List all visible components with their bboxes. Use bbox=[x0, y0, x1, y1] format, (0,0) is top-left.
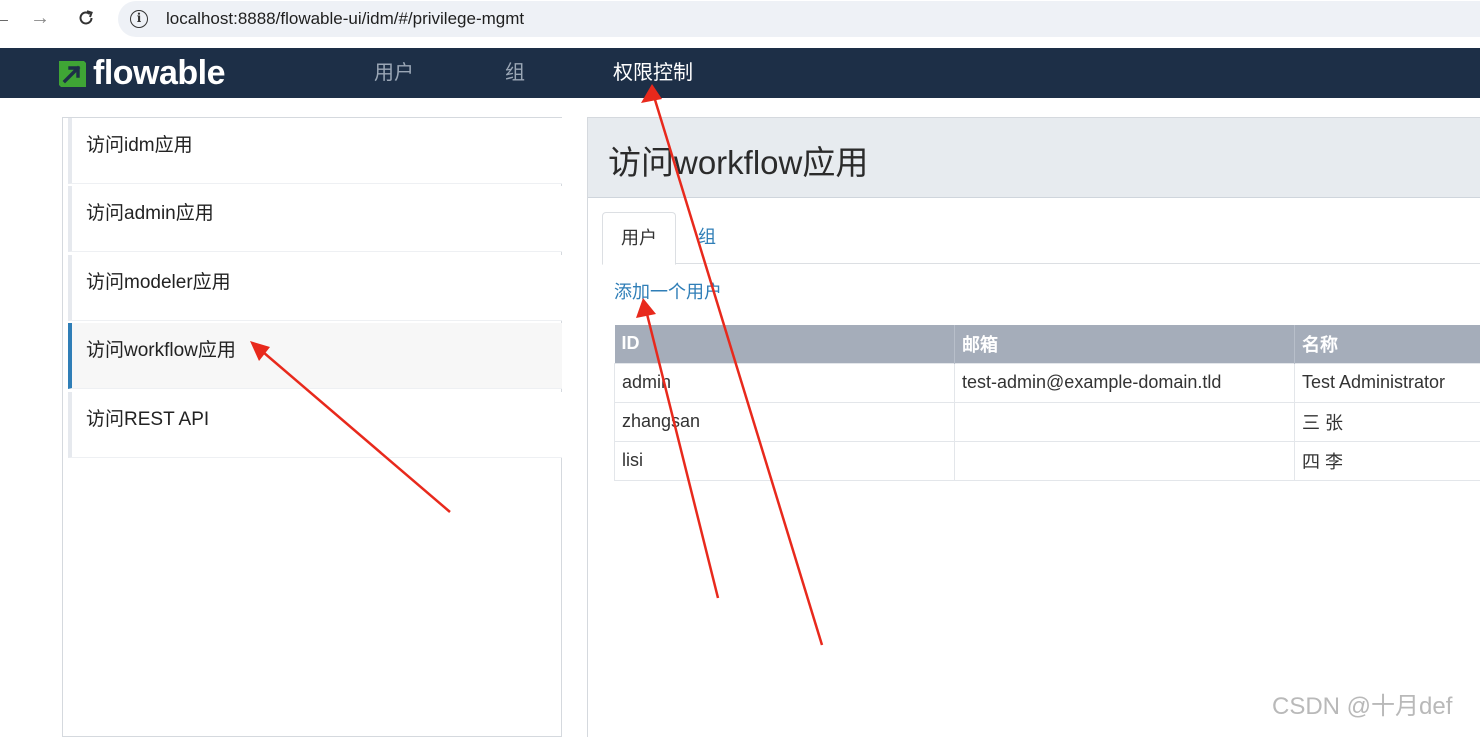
sidebar-item-label: 访问modeler应用 bbox=[86, 267, 231, 294]
column-header-email[interactable]: 邮箱 bbox=[955, 325, 1295, 363]
cell-email bbox=[955, 402, 1295, 441]
page-title: 访问workflow应用 bbox=[608, 136, 868, 184]
sidebar-item-modeler[interactable]: 访问modeler应用 bbox=[68, 255, 562, 321]
column-header-name[interactable]: 名称 bbox=[1295, 325, 1480, 363]
flowable-logo-icon bbox=[56, 57, 89, 90]
panel-header: 访问workflow应用 bbox=[588, 118, 1480, 198]
tab-bar: 用户 组 bbox=[602, 212, 1480, 264]
url-text[interactable]: localhost:8888/flowable-ui/idm/#/privile… bbox=[166, 9, 524, 29]
cell-id: zhangsan bbox=[615, 402, 955, 441]
nav-privileges[interactable]: 权限控制 bbox=[613, 48, 693, 98]
flowable-logo[interactable]: flowable bbox=[56, 56, 225, 90]
cell-id: lisi bbox=[615, 441, 955, 480]
table-header-row: ID 邮箱 名称 bbox=[615, 325, 1480, 363]
sidebar-item-label: 访问idm应用 bbox=[86, 130, 193, 157]
users-table: ID 邮箱 名称 admin test-admin@example-domain… bbox=[614, 325, 1480, 481]
sidebar-item-label: 访问REST API bbox=[86, 404, 209, 431]
privilege-sidebar: 访问idm应用 访问admin应用 访问modeler应用 访问workflow… bbox=[62, 117, 562, 737]
back-icon[interactable]: ← bbox=[0, 6, 14, 30]
add-user-link[interactable]: 添加一个用户 bbox=[614, 278, 722, 304]
sidebar-item-idm[interactable]: 访问idm应用 bbox=[68, 118, 562, 184]
cell-email: test-admin@example-domain.tld bbox=[955, 363, 1295, 402]
forward-icon[interactable]: → bbox=[28, 6, 52, 30]
sidebar-item-label: 访问workflow应用 bbox=[86, 335, 236, 362]
cell-name: 三 张 bbox=[1295, 402, 1480, 441]
reload-icon[interactable] bbox=[74, 6, 98, 30]
column-header-id[interactable]: ID bbox=[615, 325, 955, 363]
cell-name: Test Administrator bbox=[1295, 363, 1480, 402]
logo-text: flowable bbox=[93, 56, 225, 90]
sidebar-item-label: 访问admin应用 bbox=[86, 198, 214, 225]
table-row[interactable]: admin test-admin@example-domain.tld Test… bbox=[615, 363, 1480, 402]
watermark: CSDN @十月def bbox=[1272, 686, 1452, 721]
tab-users[interactable]: 用户 bbox=[602, 212, 676, 265]
tab-groups[interactable]: 组 bbox=[698, 212, 716, 264]
cell-id: admin bbox=[615, 363, 955, 402]
privilege-detail-panel: 访问workflow应用 用户 组 添加一个用户 ID 邮箱 名称 admin … bbox=[587, 117, 1480, 737]
site-info-icon[interactable]: i bbox=[130, 10, 148, 28]
browser-toolbar: ← → i localhost:8888/flowable-ui/idm/#/p… bbox=[0, 0, 1480, 38]
sidebar-item-admin[interactable]: 访问admin应用 bbox=[68, 186, 562, 252]
sidebar-item-workflow[interactable]: 访问workflow应用 bbox=[68, 323, 562, 389]
table-row[interactable]: lisi 四 李 bbox=[615, 441, 1480, 480]
cell-email bbox=[955, 441, 1295, 480]
app-header: flowable 用户 组 权限控制 bbox=[0, 48, 1480, 98]
address-bar[interactable]: i localhost:8888/flowable-ui/idm/#/privi… bbox=[118, 1, 1480, 37]
table-row[interactable]: zhangsan 三 张 bbox=[615, 402, 1480, 441]
sidebar-item-rest-api[interactable]: 访问REST API bbox=[68, 392, 562, 458]
nav-groups[interactable]: 组 bbox=[505, 48, 525, 98]
nav-users[interactable]: 用户 bbox=[374, 48, 414, 98]
cell-name: 四 李 bbox=[1295, 441, 1480, 480]
